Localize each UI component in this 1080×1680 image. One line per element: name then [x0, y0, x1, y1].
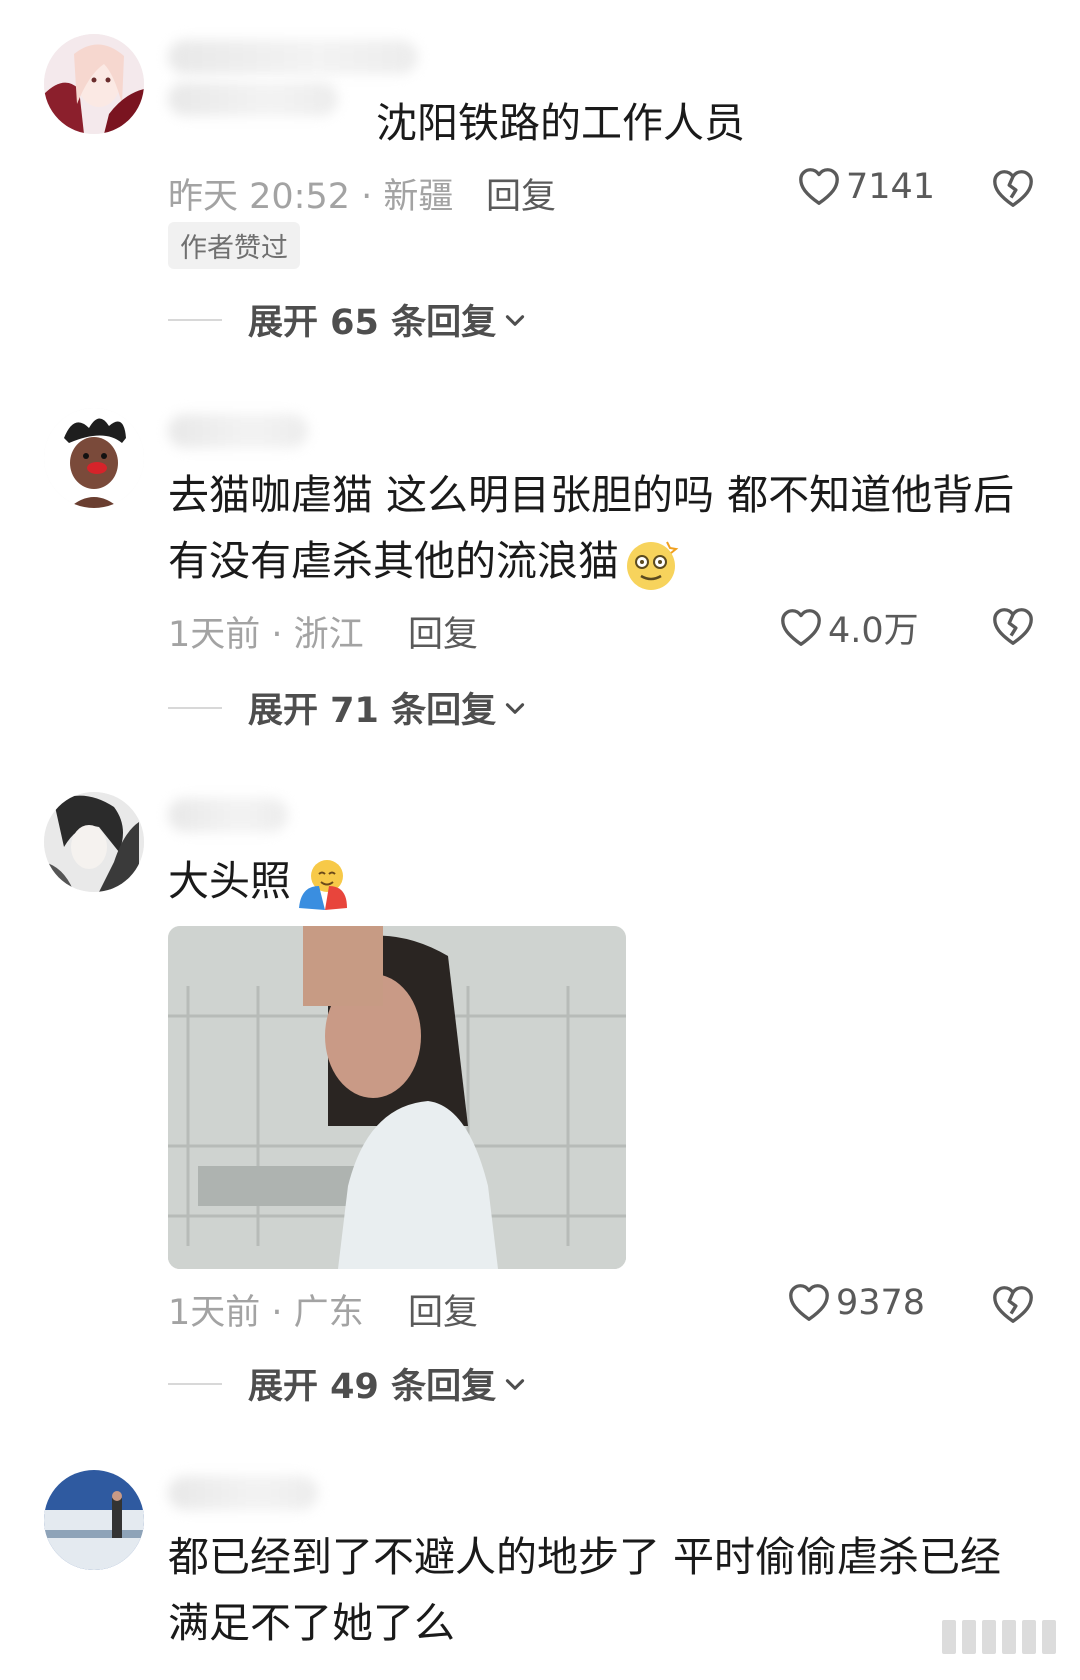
comment-text-line: 都已经到了不避人的地步了 平时偷偷虐杀已经 — [168, 1533, 1002, 1581]
comment-text-line: 有没有虐杀其他的流浪猫 — [168, 528, 1014, 594]
expand-replies-button[interactable]: 展开 71 条回复 — [168, 682, 528, 733]
like-count: 9378 — [836, 1283, 926, 1323]
broken-heart-icon[interactable] — [990, 1282, 1036, 1328]
hugging-face-emoji-icon — [299, 860, 347, 910]
author-liked-badge: 作者赞过 — [168, 222, 300, 269]
comment-text-line: 去猫咖虐猫 这么明目张胆的吗 都不知道他背后 — [168, 471, 1015, 519]
expand-replies-label: 展开 65 条回复 — [248, 303, 497, 343]
broken-heart-icon[interactable] — [990, 604, 1036, 650]
reply-button[interactable]: 回复 — [486, 168, 556, 219]
comment-image[interactable] — [168, 926, 626, 1269]
comment-text-line: 满足不了她了么 — [168, 1599, 455, 1647]
comment-text: 去猫咖虐猫 这么明目张胆的吗 都不知道他背后 有没有虐杀其他的流浪猫 — [168, 462, 1014, 594]
expand-replies-label: 展开 71 条回复 — [248, 691, 497, 731]
like-button[interactable]: 9378 — [786, 1280, 925, 1326]
comment-text: 大头照 — [168, 848, 351, 914]
comment-time-location: 1天前 · 广东 — [168, 1293, 364, 1333]
comment-text: 沈阳铁路的工作人员 — [376, 90, 745, 156]
watermark-logo — [942, 1620, 1056, 1654]
username-blurred[interactable] — [168, 414, 308, 448]
dizzy-face-emoji-icon — [627, 541, 679, 590]
divider-line — [168, 706, 222, 709]
comment-text: 都已经到了不避人的地步了 平时偷偷虐杀已经 满足不了她了么 — [168, 1524, 1001, 1656]
like-button[interactable]: 4.0万 — [778, 602, 919, 653]
comment-text-line: 大头照 — [168, 857, 291, 905]
username-blurred[interactable] — [168, 40, 418, 74]
like-button[interactable]: 7141 — [796, 164, 935, 210]
comment-text-line: 沈阳铁路的工作人员 — [376, 99, 745, 147]
expand-replies-button[interactable]: 展开 65 条回复 — [168, 294, 528, 345]
reply-button[interactable]: 回复 — [408, 606, 478, 657]
avatar[interactable] — [44, 34, 144, 134]
heart-outline-icon — [781, 608, 821, 646]
expand-replies-button[interactable]: 展开 49 条回复 — [168, 1358, 528, 1409]
like-count: 4.0万 — [828, 611, 919, 651]
comment-time-location: 1天前 · 浙江 — [168, 615, 364, 655]
comment-time-location: 昨天 20:52 · 新疆 — [168, 177, 454, 217]
reply-button[interactable]: 回复 — [408, 1284, 478, 1335]
expand-replies-label: 展开 49 条回复 — [248, 1367, 497, 1407]
username-blurred[interactable] — [168, 1476, 318, 1510]
avatar[interactable] — [44, 1470, 144, 1570]
blurred-text — [168, 82, 338, 116]
divider-line — [168, 1382, 222, 1385]
chevron-down-icon — [505, 314, 525, 326]
like-count: 7141 — [846, 167, 936, 207]
divider-line — [168, 318, 222, 321]
heart-outline-icon — [789, 1284, 829, 1321]
broken-heart-icon[interactable] — [990, 166, 1036, 212]
chevron-down-icon — [505, 1378, 525, 1390]
chevron-down-icon — [505, 702, 525, 714]
avatar[interactable] — [44, 792, 144, 892]
avatar[interactable] — [44, 408, 144, 508]
username-blurred[interactable] — [168, 798, 288, 832]
heart-outline-icon — [799, 168, 839, 205]
comment-text-segment: 有没有虐杀其他的流浪猫 — [168, 537, 619, 585]
